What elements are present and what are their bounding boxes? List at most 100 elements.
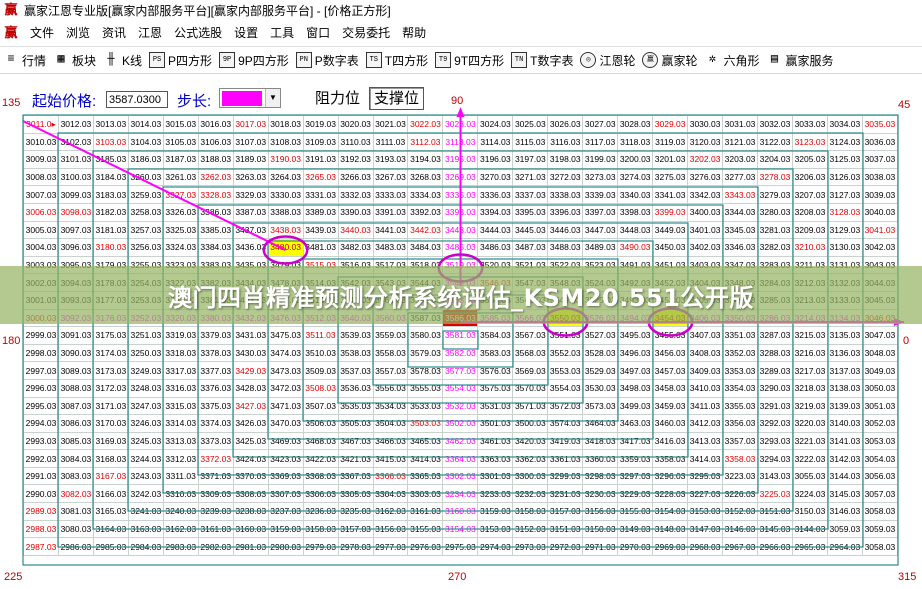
grid-cell[interactable]: 3467.03 [337,431,374,451]
grid-cell[interactable]: 3206.03 [791,167,828,187]
grid-cell[interactable]: 3192.03 [337,150,374,169]
grid-cell[interactable]: 3261.03 [162,167,199,187]
grid-cell[interactable]: 3415.03 [372,449,409,468]
grid-cell[interactable]: 3568.03 [512,343,549,363]
menu-trade[interactable]: 交易委托 [336,23,396,43]
grid-cell[interactable]: 3202.03 [687,150,724,169]
grid-cell[interactable]: 3353.03 [722,361,759,380]
grid-cell[interactable]: 2998.03 [23,343,59,363]
grid-cell[interactable]: 3031.03 [722,115,759,134]
grid-cell[interactable]: 3247.03 [127,396,164,416]
grid-cell[interactable]: 3465.03 [407,431,444,451]
grid-cell[interactable]: 3355.03 [722,396,759,416]
grid-cell[interactable]: 3083.03 [57,466,94,486]
grid-cell[interactable]: 3333.03 [372,185,409,204]
grid-cell[interactable]: 3006.03 [23,202,59,222]
grid-cell[interactable]: 3324.03 [162,238,199,257]
grid-cell[interactable]: 3449.03 [652,220,689,240]
toolbar-hexagon-button[interactable]: ✲ 六角形 [702,48,764,72]
toolbar-kline-button[interactable]: ╫ K线 [100,48,146,72]
grid-cell[interactable]: 3196.03 [477,150,514,169]
grid-cell[interactable]: 2999.03 [23,326,59,345]
toolbar-pn-button[interactable]: PN P数字表 [293,48,363,72]
grid-cell[interactable]: 3273.03 [582,167,619,187]
grid-cell[interactable]: 3107.03 [232,132,269,152]
grid-cell[interactable]: 3555.03 [407,378,444,398]
grid-cell[interactable]: 3426.03 [232,414,269,433]
grid-cell[interactable]: 3125.03 [826,150,863,169]
grid-cell[interactable]: 3481.03 [302,238,339,257]
grid-cell[interactable]: 3536.03 [337,378,374,398]
grid-cell[interactable]: 3502.03 [442,414,479,433]
grid-cell[interactable]: 3375.03 [197,396,234,416]
grid-cell[interactable]: 3414.03 [687,449,724,468]
grid-cell[interactable]: 3461.03 [477,431,514,451]
grid-cell[interactable]: 3474.03 [267,343,304,363]
grid-cell[interactable]: 3455.03 [652,326,689,345]
grid-cell[interactable]: 3539.03 [337,326,374,345]
grid-cell[interactable]: 3128.03 [826,202,863,222]
grid-cell[interactable]: 3245.03 [127,431,164,451]
grid-cell[interactable]: 3259.03 [127,185,164,204]
grid-cell[interactable]: 3203.03 [722,150,759,169]
grid-cell[interactable]: 3456.03 [652,343,689,363]
grid-cell[interactable]: 2984.03 [127,537,164,556]
grid-cell[interactable]: 3447.03 [582,220,619,240]
grid-cell[interactable]: 2970.03 [617,537,654,556]
grid-cell[interactable]: 3231.03 [547,484,584,504]
grid-cell[interactable]: 3482.03 [337,238,374,257]
grid-cell[interactable]: 3164.03 [92,519,129,539]
grid-cell[interactable]: 2964.03 [826,537,863,556]
grid-cell[interactable]: 3037.03 [861,150,899,169]
grid-cell[interactable]: 3085.03 [57,431,94,451]
grid-cell[interactable]: 3394.03 [477,202,514,222]
grid-cell[interactable]: 3157.03 [547,502,584,521]
grid-cell[interactable]: 3142.03 [826,449,863,468]
grid-cell[interactable]: 3019.03 [302,115,339,134]
grid-cell[interactable]: 3450.03 [652,238,689,257]
grid-cell[interactable]: 3552.03 [547,343,584,363]
grid-cell[interactable]: 3222.03 [791,449,828,468]
grid-cell[interactable]: 3569.03 [512,361,549,380]
grid-cell[interactable]: 3054.03 [861,449,899,468]
grid-cell[interactable]: 3484.03 [407,238,444,257]
grid-cell[interactable]: 3421.03 [337,449,374,468]
grid-cell[interactable]: 3197.03 [512,150,549,169]
grid-cell[interactable]: 3489.03 [582,238,619,257]
toolbar-9p-button[interactable]: 9P 9P四方形 [216,48,293,72]
grid-cell[interactable]: 2973.03 [512,537,549,556]
grid-cell[interactable]: 3359.03 [617,449,654,468]
grid-cell[interactable]: 3081.03 [57,502,94,521]
toolbar-list-button[interactable]: ≡ 行情 [0,48,50,72]
grid-cell[interactable]: 3551.03 [547,326,584,345]
grid-cell[interactable]: 3573.03 [582,396,619,416]
grid-cell[interactable]: 3295.03 [687,466,724,486]
grid-cell[interactable]: 2981.03 [232,537,269,556]
grid-cell[interactable]: 2974.03 [477,537,514,556]
grid-cell[interactable]: 3151.03 [547,519,584,539]
grid-cell[interactable]: 3488.03 [547,238,584,257]
grid-cell[interactable]: 2976.03 [407,537,444,556]
grid-cell[interactable]: 3041.03 [861,220,899,240]
grid-cell[interactable]: 3413.03 [687,431,724,451]
grid-cell[interactable]: 3311.03 [162,466,199,486]
grid-cell[interactable]: 3351.03 [722,326,759,345]
grid-cell[interactable]: 3022.03 [407,115,444,134]
grid-cell[interactable]: 3392.03 [407,202,444,222]
grid-cell[interactable]: 3148.03 [652,519,689,539]
grid-cell[interactable]: 2967.03 [722,537,759,556]
grid-cell[interactable]: 3445.03 [512,220,549,240]
grid-cell[interactable]: 3023.03 [442,115,479,134]
grid-cell[interactable]: 3162.03 [372,502,409,521]
grid-cell[interactable]: 3442.03 [407,220,444,240]
grid-cell[interactable]: 3457.03 [652,361,689,380]
grid-cell[interactable]: 3437.03 [232,220,269,240]
grid-cell[interactable]: 3369.03 [267,466,304,486]
grid-cell[interactable]: 3025.03 [512,115,549,134]
grid-cell[interactable]: 3145.03 [826,484,863,504]
grid-cell[interactable]: 3354.03 [722,378,759,398]
grid-cell[interactable]: 3158.03 [512,502,549,521]
grid-cell[interactable]: 3308.03 [232,484,269,504]
grid-cell[interactable]: 3234.03 [442,484,479,504]
grid-cell[interactable]: 3014.03 [127,115,164,134]
